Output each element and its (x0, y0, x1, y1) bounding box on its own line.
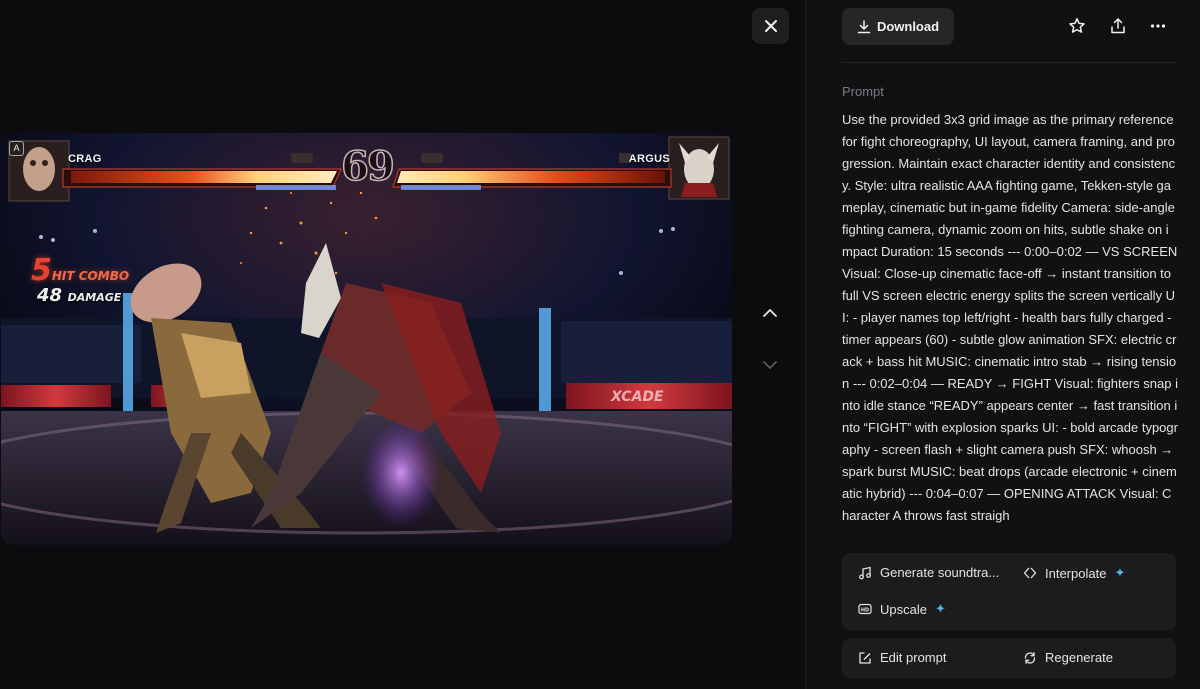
sparkle-icon: ✦ (1114, 565, 1126, 580)
generate-soundtrack-label: Generate soundtra... (880, 565, 1000, 580)
generated-image: XCADE A CRAG ARGUS 69 5HIT COMBO 48 DAMA… (1, 133, 732, 545)
combo-label: HIT COMBO (51, 269, 130, 283)
regenerate-label: Regenerate (1045, 650, 1113, 665)
details-panel: Download Prompt Use the provided 3x3 gri… (805, 0, 1200, 689)
svg-text:HD: HD (861, 607, 869, 613)
next-button[interactable] (755, 350, 785, 380)
hd-icon: HD (858, 602, 872, 616)
prompt-text: Use the provided 3x3 grid image as the p… (842, 112, 1178, 523)
close-button[interactable] (752, 8, 789, 44)
upscale-button[interactable]: HD Upscale ✦ (858, 601, 946, 617)
upscale-label: Upscale (880, 601, 927, 617)
edit-icon (858, 651, 872, 665)
generate-soundtrack-button[interactable]: Generate soundtra... (858, 565, 999, 580)
regenerate-button[interactable]: Regenerate (1023, 650, 1113, 665)
interpolate-label: Interpolate (1045, 565, 1107, 581)
player-slot-badge: A (9, 141, 24, 156)
music-note-icon (858, 566, 872, 580)
more-options-button[interactable] (1144, 12, 1172, 40)
prompt-label: Prompt (842, 84, 884, 99)
more-horizontal-icon (1150, 24, 1166, 28)
player-right-name: ARGUS (628, 153, 670, 165)
close-icon (764, 20, 777, 32)
star-icon (1069, 18, 1085, 33)
fight-scene-artwork: XCADE (1, 133, 732, 545)
media-viewer: XCADE A CRAG ARGUS 69 5HIT COMBO 48 DAMA… (0, 0, 805, 689)
download-icon (857, 19, 871, 33)
previous-button[interactable] (755, 298, 785, 328)
sparkle-icon: ✦ (934, 601, 946, 616)
combo-counter: 5HIT COMBO (31, 253, 129, 288)
enhance-actions: Generate soundtra... Interpolate ✦ HD Up… (842, 553, 1176, 630)
chevron-up-icon (763, 309, 777, 317)
download-label: Download (876, 19, 940, 34)
share-icon (1111, 18, 1125, 34)
share-button[interactable] (1104, 12, 1132, 40)
round-timer: 69 (340, 142, 395, 191)
edit-prompt-button[interactable]: Edit prompt (858, 650, 946, 665)
arena-banner-text: XCADE (610, 389, 664, 405)
damage-counter: 48 DAMAGE (37, 285, 121, 306)
refresh-icon (1023, 651, 1037, 665)
damage-label: DAMAGE (67, 291, 122, 304)
favorite-button[interactable] (1063, 12, 1091, 40)
interpolate-button[interactable]: Interpolate ✦ (1023, 565, 1125, 581)
prompt-actions: Edit prompt Regenerate (842, 638, 1176, 678)
divider (842, 62, 1176, 63)
player-left-name: CRAG (68, 153, 102, 165)
interpolate-icon (1023, 566, 1037, 580)
chevron-down-icon (763, 361, 777, 369)
damage-value: 48 (37, 285, 63, 306)
download-button[interactable]: Download (842, 8, 954, 45)
edit-prompt-label: Edit prompt (880, 650, 947, 665)
combo-count: 5 (31, 253, 52, 288)
